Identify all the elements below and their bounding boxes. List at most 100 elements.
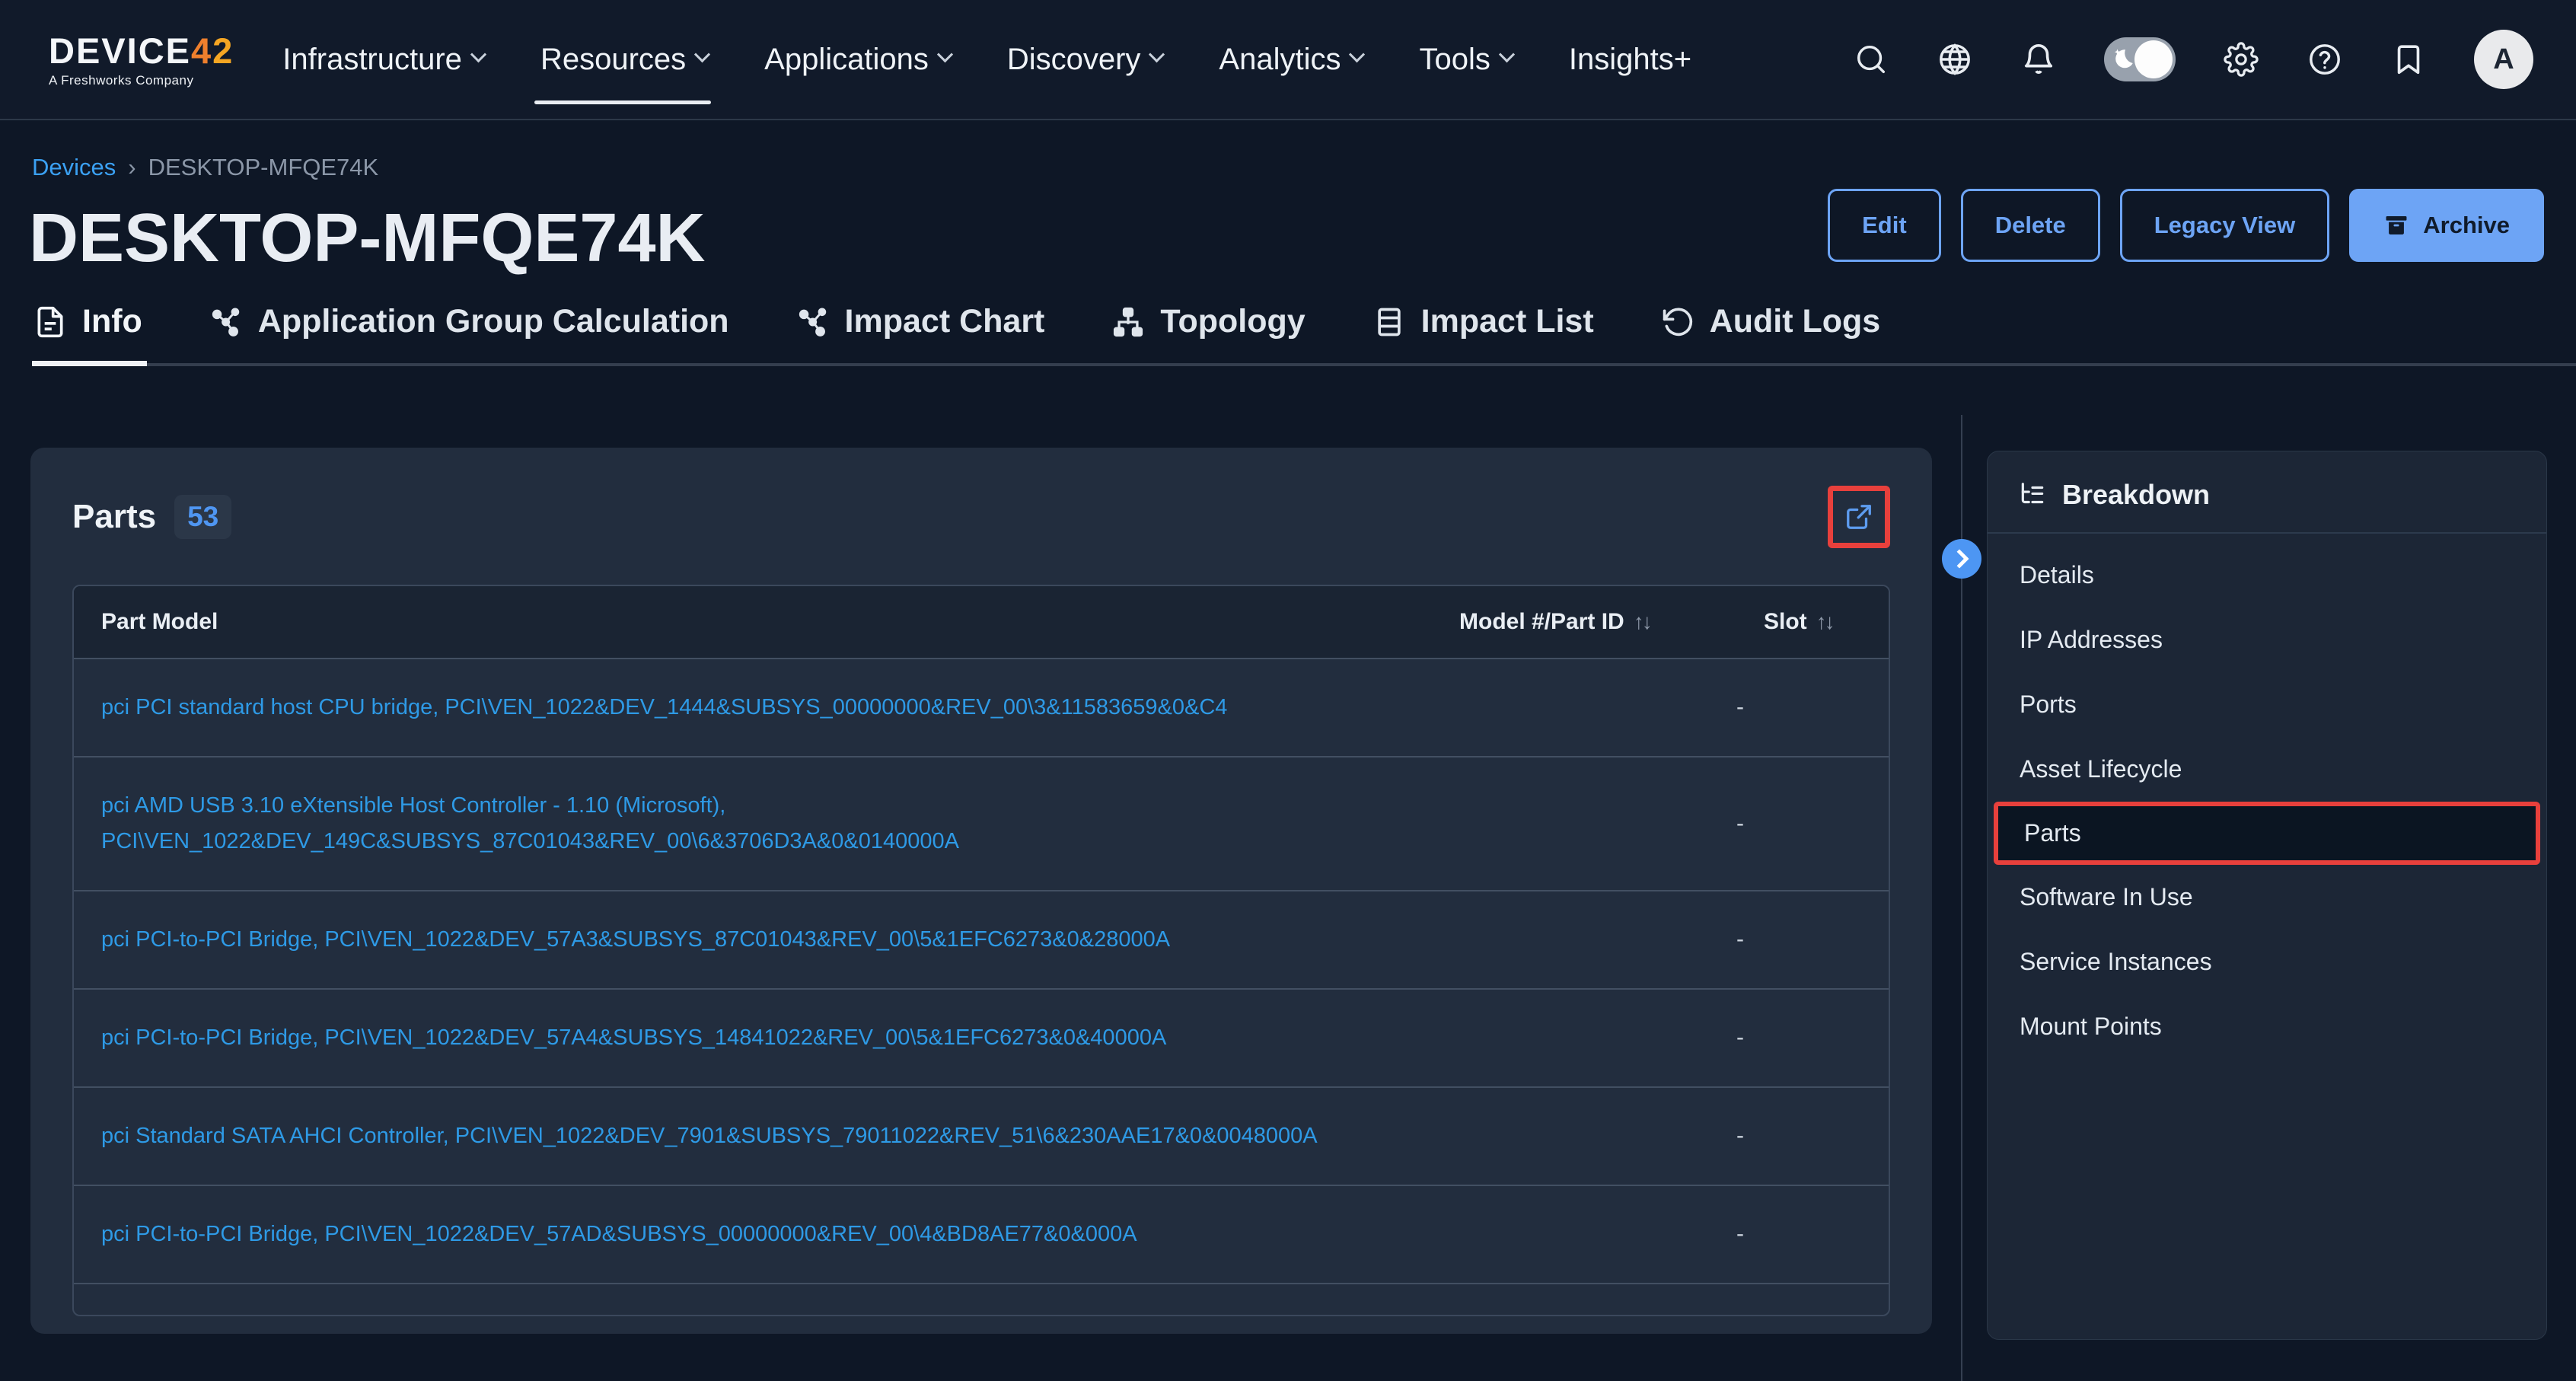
device42-app: DEVICE42 A Freshworks Company Infrastruc… (0, 0, 2576, 1381)
avatar-letter: A (2493, 43, 2514, 76)
edit-button[interactable]: Edit (1828, 189, 1941, 262)
page-actions: Edit Delete Legacy View Archive (1828, 189, 2544, 262)
menu-discovery[interactable]: Discovery (1007, 43, 1163, 77)
sidebar-item-asset-lifecycle[interactable]: Asset Lifecycle (1988, 737, 2546, 802)
settings-gear-icon[interactable] (2223, 41, 2259, 78)
parts-panel-header: Parts 53 (72, 486, 1890, 548)
model-part-id-cell (1432, 793, 1736, 854)
breadcrumb-devices-link[interactable]: Devices (32, 154, 116, 181)
navbar-actions: A (1853, 30, 2533, 89)
part-model-link[interactable]: pci Standard SATA AHCI Controller, PCI\V… (74, 1088, 1432, 1185)
chevron-down-icon (937, 46, 953, 62)
sidebar-item-mount-points[interactable]: Mount Points (1988, 994, 2546, 1059)
parts-count-badge: 53 (174, 495, 231, 539)
parts-table: Part Model Model #/Part ID↑↓ Slot↑↓ pci … (72, 585, 1890, 1316)
moon-icon (2109, 46, 2137, 73)
column-slot[interactable]: Slot↑↓ (1736, 586, 1889, 658)
sidebar-collapse-button[interactable] (1942, 539, 1981, 579)
logo-text: DEVICE42 (49, 33, 234, 69)
model-part-id-cell (1432, 1105, 1736, 1166)
external-link-icon (1844, 502, 1873, 531)
slot-cell: - (1736, 896, 1889, 983)
page-title: DESKTOP-MFQE74K (29, 199, 706, 278)
model-part-id-cell (1432, 677, 1736, 738)
tab-impact-chart[interactable]: Impact Chart (795, 303, 1050, 363)
chevron-right-icon (1950, 549, 1969, 568)
table-row: pci AMD USB 3.10 eXtensible Host Control… (74, 756, 1889, 890)
top-navbar: DEVICE42 A Freshworks Company Infrastruc… (0, 0, 2576, 120)
tab-impact-list[interactable]: Impact List (1371, 303, 1599, 363)
menu-tools[interactable]: Tools (1419, 43, 1512, 77)
archive-button[interactable]: Archive (2349, 189, 2544, 262)
user-avatar[interactable]: A (2474, 30, 2533, 89)
main-menu: Infrastructure Resources Applications Di… (282, 43, 1691, 77)
chevron-down-icon (1499, 46, 1515, 62)
slot-cell: - (1736, 664, 1889, 751)
globe-icon[interactable] (1937, 41, 1973, 78)
table-row: pci Standard SATA AHCI Controller, PCI\V… (74, 1086, 1889, 1185)
part-model-link[interactable]: pci PCI-to-PCI Bridge, PCI\VEN_1022&DEV_… (74, 891, 1432, 988)
breakdown-sidebar: Breakdown Details IP Addresses Ports Ass… (1987, 451, 2547, 1340)
legacy-view-button[interactable]: Legacy View (2120, 189, 2330, 262)
cluster-icon (209, 305, 243, 339)
menu-applications[interactable]: Applications (764, 43, 951, 77)
logo-subtitle: A Freshworks Company (49, 74, 234, 87)
sidebar-item-details[interactable]: Details (1988, 543, 2546, 608)
menu-insights-plus[interactable]: Insights+ (1569, 43, 1691, 77)
model-part-id-cell (1432, 909, 1736, 970)
tab-application-group-calculation[interactable]: Application Group Calculation (208, 303, 734, 363)
chevron-down-icon (1349, 46, 1365, 62)
chevron-down-icon (470, 46, 486, 62)
tab-audit-logs[interactable]: Audit Logs (1659, 303, 1886, 363)
sidebar-item-software-in-use[interactable]: Software In Use (1988, 865, 2546, 930)
list-icon (1372, 305, 1406, 339)
sidebar-item-parts[interactable]: Parts (1994, 802, 2540, 865)
sidebar-item-service-instances[interactable]: Service Instances (1988, 930, 2546, 994)
detail-tabs: Info Application Group Calculation Impac… (32, 303, 2576, 366)
parts-table-header: Part Model Model #/Part ID↑↓ Slot↑↓ (74, 586, 1889, 658)
theme-toggle[interactable] (2104, 37, 2176, 81)
notifications-bell-icon[interactable] (2020, 41, 2057, 78)
chevron-down-icon (694, 46, 710, 62)
table-row: pci PCI-to-PCI Bridge, PCI\VEN_1022&DEV_… (74, 890, 1889, 988)
breadcrumb: Devices › DESKTOP-MFQE74K (32, 154, 378, 181)
model-part-id-cell (1432, 1204, 1736, 1265)
slot-cell: - (1736, 1191, 1889, 1277)
sidebar-item-ports[interactable]: Ports (1988, 672, 2546, 737)
menu-infrastructure[interactable]: Infrastructure (282, 43, 484, 77)
column-model-part-id[interactable]: Model #/Part ID↑↓ (1432, 586, 1736, 658)
table-row: pci PCI standard host CPU bridge, PCI\VE… (74, 658, 1889, 756)
help-icon[interactable] (2307, 41, 2343, 78)
parts-title: Parts (72, 498, 156, 536)
part-model-link[interactable]: pci AMD USB 3.10 eXtensible Host Control… (74, 757, 1432, 890)
bookmark-icon[interactable] (2390, 41, 2427, 78)
chevron-down-icon (1149, 46, 1165, 62)
part-model-link[interactable]: pci PCI-to-PCI Bridge, PCI\VEN_1022&DEV_… (74, 1186, 1432, 1283)
breadcrumb-current: DESKTOP-MFQE74K (148, 154, 379, 181)
delete-button[interactable]: Delete (1961, 189, 2100, 262)
menu-analytics[interactable]: Analytics (1219, 43, 1363, 77)
model-part-id-cell (1432, 1007, 1736, 1068)
open-in-new-button[interactable] (1837, 495, 1881, 539)
part-model-link[interactable]: pci PCI-to-PCI Bridge, PCI\VEN_1022&DEV_… (74, 990, 1432, 1086)
menu-resources[interactable]: Resources (540, 43, 708, 77)
breadcrumb-separator: › (128, 154, 135, 181)
table-row: pci PCI-to-PCI Bridge, PCI\VEN_1022&DEV_… (74, 1185, 1889, 1283)
search-icon[interactable] (1853, 41, 1889, 78)
tab-info[interactable]: Info (32, 303, 147, 363)
list-tree-icon (2018, 480, 2047, 509)
toggle-knob (2134, 40, 2173, 78)
sitemap-icon (1111, 305, 1145, 339)
slot-cell: - (1736, 1092, 1889, 1179)
device42-logo[interactable]: DEVICE42 A Freshworks Company (49, 33, 234, 87)
breakdown-title: Breakdown (2062, 479, 2210, 511)
table-row: pci PCI-to-PCI Bridge, PCI\VEN_1022&DEV_… (74, 988, 1889, 1086)
sort-icon[interactable]: ↑↓ (1816, 610, 1833, 634)
part-model-link[interactable]: pci PCI standard host CPU bridge, PCI\VE… (74, 659, 1432, 756)
breakdown-header: Breakdown (1988, 451, 2546, 532)
column-part-model: Part Model (74, 586, 1432, 658)
annotation-highlight-external-link (1828, 486, 1890, 548)
sidebar-item-ip-addresses[interactable]: IP Addresses (1988, 608, 2546, 672)
tab-topology[interactable]: Topology (1110, 303, 1309, 363)
sort-icon[interactable]: ↑↓ (1634, 610, 1650, 634)
